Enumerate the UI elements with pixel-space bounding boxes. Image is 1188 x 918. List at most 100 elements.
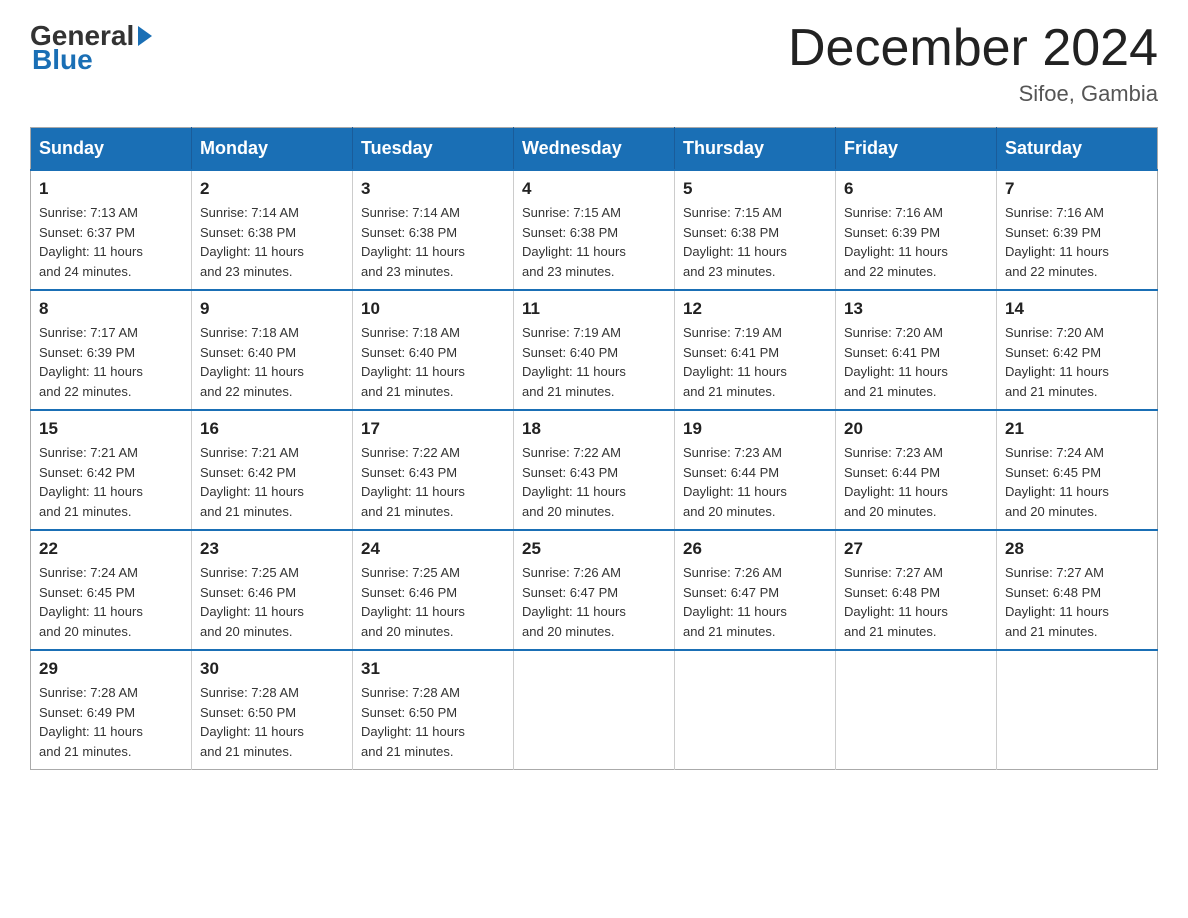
day-info: Sunrise: 7:28 AMSunset: 6:49 PMDaylight:… [39,683,183,761]
day-info: Sunrise: 7:18 AMSunset: 6:40 PMDaylight:… [200,323,344,401]
calendar-cell: 8 Sunrise: 7:17 AMSunset: 6:39 PMDaylight… [31,290,192,410]
day-info: Sunrise: 7:22 AMSunset: 6:43 PMDaylight:… [522,443,666,521]
calendar-cell: 20 Sunrise: 7:23 AMSunset: 6:44 PMDayligh… [836,410,997,530]
calendar-cell: 13 Sunrise: 7:20 AMSunset: 6:41 PMDayligh… [836,290,997,410]
day-number: 2 [200,179,344,199]
header-tuesday: Tuesday [353,128,514,171]
day-number: 15 [39,419,183,439]
calendar-cell: 21 Sunrise: 7:24 AMSunset: 6:45 PMDayligh… [997,410,1158,530]
calendar-cell: 11Sunrise: 7:19 AMSunset: 6:40 PMDayligh… [514,290,675,410]
day-info: Sunrise: 7:27 AMSunset: 6:48 PMDaylight:… [1005,563,1149,641]
day-number: 6 [844,179,988,199]
day-info: Sunrise: 7:14 AMSunset: 6:38 PMDaylight:… [361,203,505,281]
day-number: 12 [683,299,827,319]
calendar-cell: 18 Sunrise: 7:22 AMSunset: 6:43 PMDayligh… [514,410,675,530]
day-number: 28 [1005,539,1149,559]
day-number: 7 [1005,179,1149,199]
day-number: 21 [1005,419,1149,439]
calendar-cell: 5Sunrise: 7:15 AMSunset: 6:38 PMDaylight… [675,170,836,290]
day-number: 16 [200,419,344,439]
calendar-cell: 10 Sunrise: 7:18 AMSunset: 6:40 PMDayligh… [353,290,514,410]
calendar-week-5: 29 Sunrise: 7:28 AMSunset: 6:49 PMDayligh… [31,650,1158,770]
day-number: 10 [361,299,505,319]
calendar-cell: 1 Sunrise: 7:13 AMSunset: 6:37 PMDaylight… [31,170,192,290]
calendar-cell: 29 Sunrise: 7:28 AMSunset: 6:49 PMDayligh… [31,650,192,770]
calendar-cell: 9 Sunrise: 7:18 AMSunset: 6:40 PMDaylight… [192,290,353,410]
day-number: 13 [844,299,988,319]
calendar-table: SundayMondayTuesdayWednesdayThursdayFrid… [30,127,1158,770]
calendar-cell: 30 Sunrise: 7:28 AMSunset: 6:50 PMDayligh… [192,650,353,770]
day-info: Sunrise: 7:21 AMSunset: 6:42 PMDaylight:… [39,443,183,521]
day-number: 18 [522,419,666,439]
calendar-week-4: 22Sunrise: 7:24 AMSunset: 6:45 PMDayligh… [31,530,1158,650]
day-number: 14 [1005,299,1149,319]
calendar-body: 1 Sunrise: 7:13 AMSunset: 6:37 PMDaylight… [31,170,1158,770]
logo-arrow-icon [138,26,152,46]
day-number: 8 [39,299,183,319]
day-info: Sunrise: 7:28 AMSunset: 6:50 PMDaylight:… [200,683,344,761]
day-number: 24 [361,539,505,559]
day-number: 4 [522,179,666,199]
day-info: Sunrise: 7:25 AMSunset: 6:46 PMDaylight:… [361,563,505,641]
day-info: Sunrise: 7:26 AMSunset: 6:47 PMDaylight:… [522,563,666,641]
day-info: Sunrise: 7:14 AMSunset: 6:38 PMDaylight:… [200,203,344,281]
day-info: Sunrise: 7:23 AMSunset: 6:44 PMDaylight:… [844,443,988,521]
day-number: 17 [361,419,505,439]
day-info: Sunrise: 7:22 AMSunset: 6:43 PMDaylight:… [361,443,505,521]
header-sunday: Sunday [31,128,192,171]
day-number: 26 [683,539,827,559]
day-number: 29 [39,659,183,679]
day-number: 20 [844,419,988,439]
day-number: 27 [844,539,988,559]
calendar-header-row: SundayMondayTuesdayWednesdayThursdayFrid… [31,128,1158,171]
day-number: 30 [200,659,344,679]
calendar-cell: 27 Sunrise: 7:27 AMSunset: 6:48 PMDayligh… [836,530,997,650]
day-info: Sunrise: 7:28 AMSunset: 6:50 PMDaylight:… [361,683,505,761]
calendar-cell: 22Sunrise: 7:24 AMSunset: 6:45 PMDayligh… [31,530,192,650]
calendar-header: SundayMondayTuesdayWednesdayThursdayFrid… [31,128,1158,171]
day-number: 19 [683,419,827,439]
title-section: December 2024 Sifoe, Gambia [788,20,1158,107]
calendar-cell: 3 Sunrise: 7:14 AMSunset: 6:38 PMDaylight… [353,170,514,290]
calendar-cell: 15 Sunrise: 7:21 AMSunset: 6:42 PMDayligh… [31,410,192,530]
calendar-week-2: 8 Sunrise: 7:17 AMSunset: 6:39 PMDaylight… [31,290,1158,410]
header-saturday: Saturday [997,128,1158,171]
calendar-cell: 23 Sunrise: 7:25 AMSunset: 6:46 PMDayligh… [192,530,353,650]
day-info: Sunrise: 7:25 AMSunset: 6:46 PMDaylight:… [200,563,344,641]
day-info: Sunrise: 7:15 AMSunset: 6:38 PMDaylight:… [683,203,827,281]
calendar-cell: 19Sunrise: 7:23 AMSunset: 6:44 PMDayligh… [675,410,836,530]
calendar-cell: 25 Sunrise: 7:26 AMSunset: 6:47 PMDayligh… [514,530,675,650]
day-info: Sunrise: 7:24 AMSunset: 6:45 PMDaylight:… [1005,443,1149,521]
calendar-cell: 16Sunrise: 7:21 AMSunset: 6:42 PMDayligh… [192,410,353,530]
day-info: Sunrise: 7:17 AMSunset: 6:39 PMDaylight:… [39,323,183,401]
calendar-cell [675,650,836,770]
day-number: 25 [522,539,666,559]
day-info: Sunrise: 7:18 AMSunset: 6:40 PMDaylight:… [361,323,505,401]
calendar-week-1: 1 Sunrise: 7:13 AMSunset: 6:37 PMDaylight… [31,170,1158,290]
calendar-cell: 14Sunrise: 7:20 AMSunset: 6:42 PMDayligh… [997,290,1158,410]
calendar-cell: 12Sunrise: 7:19 AMSunset: 6:41 PMDayligh… [675,290,836,410]
day-info: Sunrise: 7:27 AMSunset: 6:48 PMDaylight:… [844,563,988,641]
day-number: 1 [39,179,183,199]
header-monday: Monday [192,128,353,171]
day-info: Sunrise: 7:20 AMSunset: 6:41 PMDaylight:… [844,323,988,401]
calendar-cell [514,650,675,770]
calendar-cell: 6Sunrise: 7:16 AMSunset: 6:39 PMDaylight… [836,170,997,290]
day-number: 23 [200,539,344,559]
day-number: 3 [361,179,505,199]
calendar-cell: 4 Sunrise: 7:15 AMSunset: 6:38 PMDaylight… [514,170,675,290]
day-number: 9 [200,299,344,319]
day-info: Sunrise: 7:15 AMSunset: 6:38 PMDaylight:… [522,203,666,281]
day-info: Sunrise: 7:13 AMSunset: 6:37 PMDaylight:… [39,203,183,281]
calendar-cell: 7Sunrise: 7:16 AMSunset: 6:39 PMDaylight… [997,170,1158,290]
calendar-cell: 2 Sunrise: 7:14 AMSunset: 6:38 PMDaylight… [192,170,353,290]
calendar-cell [997,650,1158,770]
location-subtitle: Sifoe, Gambia [788,81,1158,107]
day-number: 22 [39,539,183,559]
header-friday: Friday [836,128,997,171]
calendar-cell: 17 Sunrise: 7:22 AMSunset: 6:43 PMDayligh… [353,410,514,530]
day-info: Sunrise: 7:19 AMSunset: 6:40 PMDaylight:… [522,323,666,401]
header-wednesday: Wednesday [514,128,675,171]
logo: General Blue [30,20,152,76]
day-number: 31 [361,659,505,679]
